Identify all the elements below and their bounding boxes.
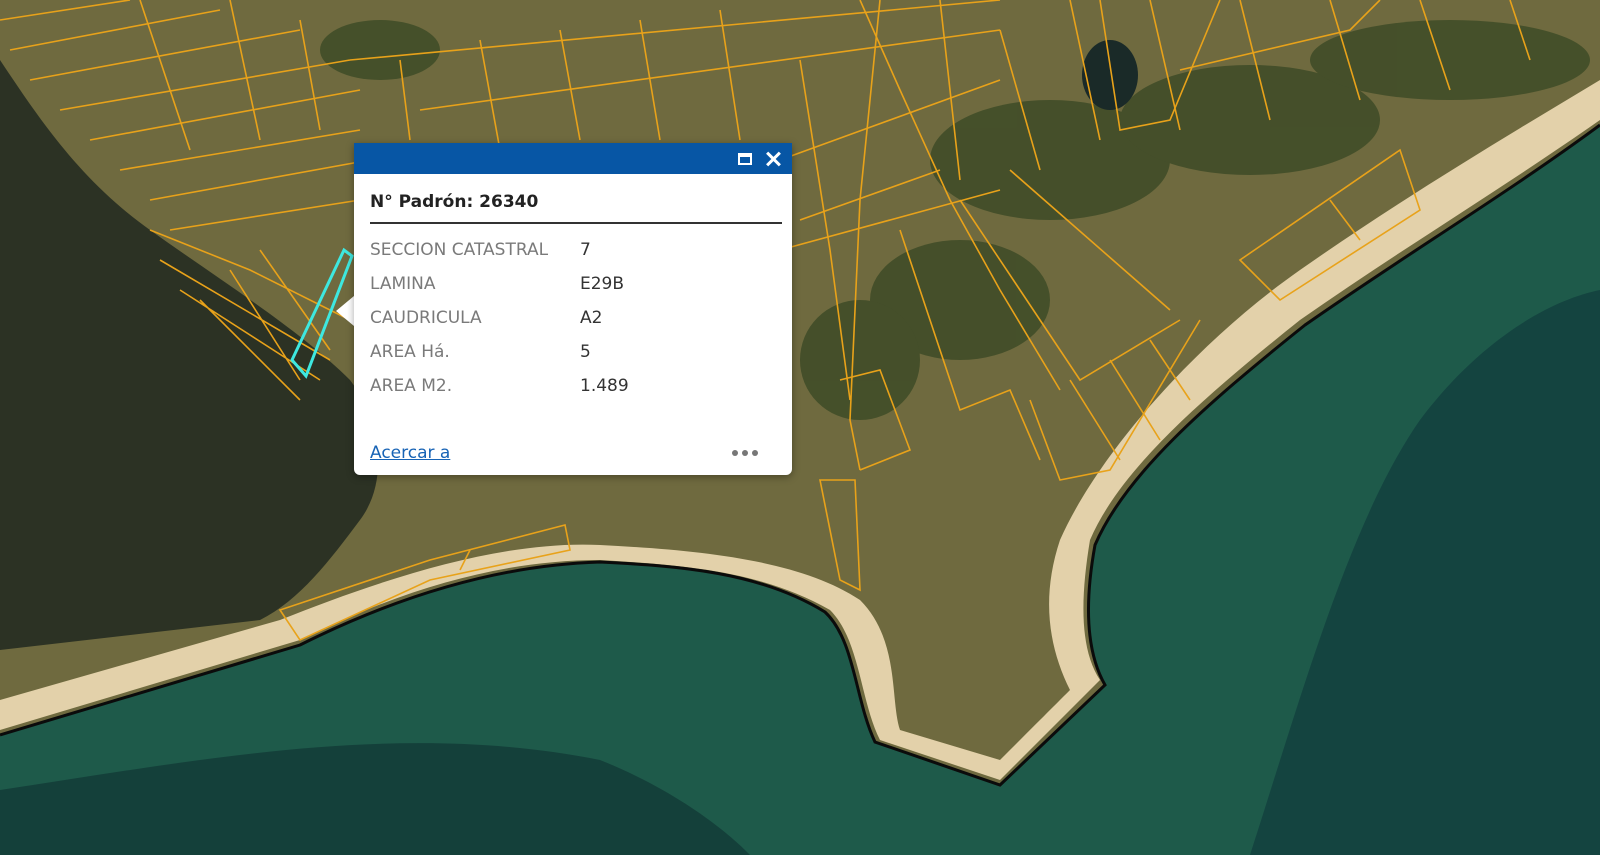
attribute-name: LAMINA (370, 274, 436, 294)
close-button[interactable] (762, 148, 784, 170)
pond (1082, 40, 1138, 110)
attribute-table: SECCION CATASTRAL 7 LAMINA E29B CAUDRICU… (370, 233, 629, 403)
close-icon (764, 150, 782, 168)
maximize-button[interactable] (734, 148, 756, 170)
popup-title: N° Padrón: 26340 (370, 192, 782, 224)
more-dots-icon (752, 450, 758, 456)
popup-header (354, 143, 792, 174)
attribute-value: 5 (580, 342, 591, 362)
attribute-value: 7 (580, 240, 591, 260)
attribute-value: E29B (580, 274, 625, 294)
attribute-row: CAUDRICULA A2 (370, 301, 629, 335)
attribute-row: AREA M2. 1.489 (370, 369, 629, 403)
more-dots-icon (742, 450, 748, 456)
popup-pointer (336, 296, 354, 326)
attribute-name: SECCION CATASTRAL (370, 240, 549, 260)
parcel-info-popup: N° Padrón: 26340 SECCION CATASTRAL 7 LAM… (354, 143, 792, 475)
more-dots-icon (732, 450, 738, 456)
more-actions-button[interactable] (728, 446, 762, 460)
attribute-name: AREA Há. (370, 342, 450, 362)
zoom-to-link[interactable]: Acercar a (370, 443, 450, 463)
attribute-name: CAUDRICULA (370, 308, 482, 328)
attribute-row: LAMINA E29B (370, 267, 629, 301)
satellite-map[interactable] (0, 0, 1600, 855)
attribute-value: A2 (580, 308, 603, 328)
maximize-icon (738, 153, 752, 165)
attribute-name: AREA M2. (370, 376, 453, 396)
attribute-row: AREA Há. 5 (370, 335, 629, 369)
popup-footer: Acercar a (370, 441, 762, 465)
attribute-value: 1.489 (580, 376, 629, 396)
attribute-row: SECCION CATASTRAL 7 (370, 233, 629, 267)
